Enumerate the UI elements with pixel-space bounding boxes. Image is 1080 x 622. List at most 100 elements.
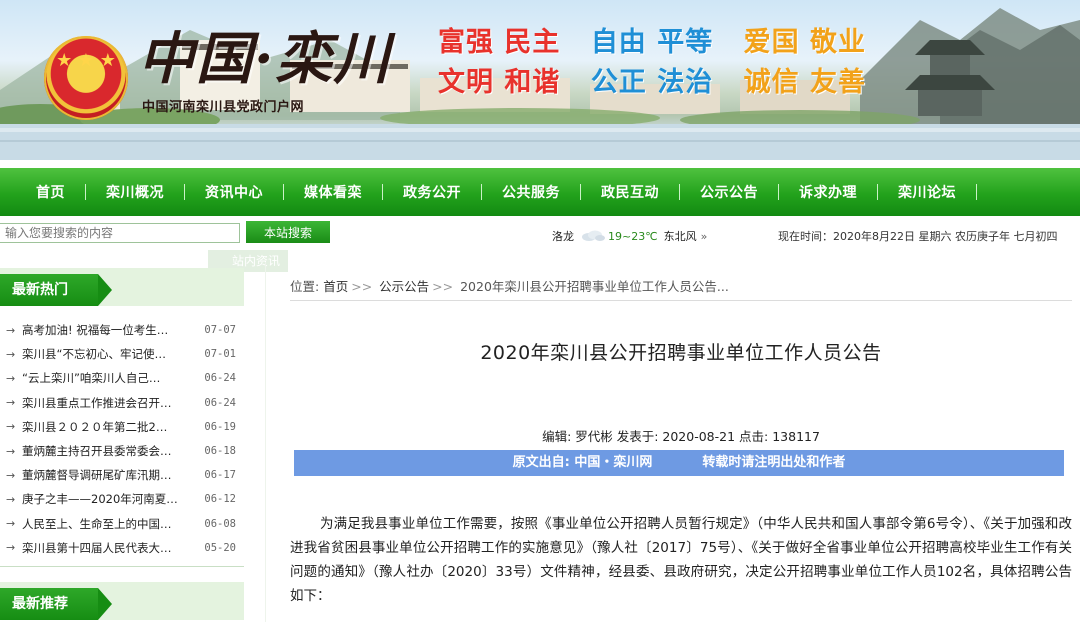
list-item-title[interactable]: 庚子之丰——2020年河南夏… (22, 491, 188, 507)
nav-separator (778, 184, 779, 200)
nav-home[interactable]: 首页 (16, 182, 85, 202)
source-note: 转载时请注明出处和作者 (702, 455, 846, 470)
nav-gov-affairs[interactable]: 政务公开 (383, 182, 481, 202)
sidebar-divider (0, 566, 244, 567)
list-item[interactable]: → 高考加油! 祝福每一位考生… 07-07 (0, 318, 244, 342)
hot-news-header: 最新热门 (0, 268, 244, 306)
breadcrumb-prefix: 位置: (290, 279, 320, 294)
sidebar: 最新热门 → 高考加油! 祝福每一位考生… 07-07 → 栾川县“不忘初心、牢记使…… (0, 268, 244, 620)
nav-separator (382, 184, 383, 200)
list-item[interactable]: → 栾川县２０２０年第二批2… 06-19 (0, 415, 244, 439)
list-item[interactable]: → 栾川县重点工作推进会召开… 06-24 (0, 391, 244, 415)
nav-separator (85, 184, 86, 200)
nav-separator (679, 184, 680, 200)
weather-city: 洛龙 (552, 230, 574, 243)
slogan-6: 诚信 友善 (743, 67, 867, 98)
weather-wind: 东北风 (663, 230, 697, 243)
list-item-title[interactable]: 董炳麓主持召开县委常委会… (22, 443, 188, 459)
nav-separator (580, 184, 581, 200)
list-item[interactable]: → 人民至上、生命至上的中国… 06-08 (0, 512, 244, 536)
list-item-date: 06-19 (204, 420, 236, 433)
arrow-icon: → (6, 323, 16, 337)
arrow-icon: → (6, 444, 16, 458)
source-label: 原文出自: 中国・栾川网 (512, 455, 653, 470)
list-item-title[interactable]: 董炳麓督导调研尾矿库汛期… (22, 467, 188, 483)
article-title: 2020年栾川县公开招聘事业单位工作人员公告 (480, 342, 882, 364)
nav-public-service[interactable]: 公共服务 (482, 182, 580, 202)
site-logo-title[interactable]: 中国·栾川 (138, 24, 392, 94)
national-emblem-icon: ★ ★ ★ (44, 36, 128, 120)
slogan-5: 公正 法治 (590, 67, 714, 98)
source-bar: 原文出自: 中国・栾川网 转载时请注明出处和作者 (294, 450, 1064, 476)
arrow-icon: → (6, 517, 16, 531)
hot-news-list: → 高考加油! 祝福每一位考生… 07-07 → 栾川县“不忘初心、牢记使… 07-01… (0, 306, 244, 560)
main-nav: 首页 栾川概况 资讯中心 媒体看栾 政务公开 公共服务 政民互动 公示公告 诉求… (0, 168, 1080, 216)
hot-news-title: 最新热门 (0, 274, 112, 306)
list-item[interactable]: → 董炳麓主持召开县委常委会… 06-18 (0, 439, 244, 463)
site-search-button[interactable]: 本站搜索 (246, 221, 330, 243)
recommend-header: 最新推荐 (0, 582, 244, 620)
header-banner: ★ ★ ★ 中国·栾川 中国河南栾川县党政门户网 富强 民主 自由 平等 爱国 … (0, 0, 1080, 160)
list-item-date: 06-12 (204, 493, 236, 506)
weather-temp: 19~23℃ (608, 229, 658, 243)
slogan-row-1: 富强 民主 自由 平等 爱国 敬业 (438, 24, 958, 62)
arrow-icon: → (6, 492, 16, 506)
list-item[interactable]: → 董炳麓督导调研尾矿库汛期… 06-17 (0, 463, 244, 487)
arrow-icon: → (6, 371, 16, 385)
breadcrumb-sep: >> (432, 279, 454, 294)
breadcrumb-home[interactable]: 首页 (323, 279, 348, 294)
list-item-date: 06-24 (204, 372, 236, 385)
article-meta: 编辑: 罗代彬 发表于: 2020-08-21 点击: 138117 (542, 429, 820, 444)
list-item-date: 06-08 (204, 517, 236, 530)
nav-separator (877, 184, 878, 200)
nav-interaction[interactable]: 政民互动 (581, 182, 679, 202)
breadcrumb-current: 2020年栾川县公开招聘事业单位工作人员公告... (460, 279, 729, 294)
list-item[interactable]: → “云上栾川”咱栾川人自己… 06-24 (0, 366, 244, 390)
column-divider (265, 262, 266, 622)
list-item-date: 06-17 (204, 469, 236, 482)
list-item-date: 06-18 (204, 445, 236, 458)
list-item-date: 06-24 (204, 396, 236, 409)
list-item-title[interactable]: 栾川县“不忘初心、牢记使… (22, 346, 188, 362)
nav-news-center[interactable]: 资讯中心 (185, 182, 283, 202)
nav-announcements[interactable]: 公示公告 (680, 182, 778, 202)
breadcrumb: 位置: 首页 >> 公示公告 >> 2020年栾川县公开招聘事业单位工作人员公告..… (290, 276, 729, 295)
breadcrumb-sep: >> (351, 279, 373, 294)
slogan-row-2: 文明 和谐 公正 法治 诚信 友善 (438, 64, 958, 102)
list-item-title[interactable]: 栾川县第十四届人民代表大… (22, 540, 188, 556)
recommend-title: 最新推荐 (0, 588, 112, 620)
arrow-icon: → (6, 541, 16, 555)
article-body: 为满足我县事业单位工作需要，按照《事业单位公开招聘人员暂行规定》（中华人民共和国… (290, 516, 1072, 604)
search-input[interactable] (0, 223, 240, 243)
arrow-icon: → (6, 468, 16, 482)
list-item-title[interactable]: 栾川县重点工作推进会召开… (22, 395, 188, 411)
list-item-date: 07-07 (204, 324, 236, 337)
weather-widget[interactable]: 洛龙 19~23℃ 东北风 » (552, 228, 707, 244)
arrow-icon: → (6, 347, 16, 361)
nav-separator (481, 184, 482, 200)
list-item-date: 07-01 (204, 348, 236, 361)
nav-media[interactable]: 媒体看栾 (284, 182, 382, 202)
list-item[interactable]: → 栾川县“不忘初心、牢记使… 07-01 (0, 342, 244, 366)
nav-forum[interactable]: 栾川论坛 (878, 182, 976, 202)
list-item-title[interactable]: “云上栾川”咱栾川人自己… (22, 370, 188, 386)
arrow-icon: → (6, 420, 16, 434)
cloud-icon (580, 230, 606, 242)
list-item-date: 05-20 (204, 541, 236, 554)
nav-separator (976, 184, 977, 200)
nav-overview[interactable]: 栾川概况 (86, 182, 184, 202)
arrow-icon: → (6, 396, 16, 410)
list-item-title[interactable]: 人民至上、生命至上的中国… (22, 516, 188, 532)
weather-more-icon[interactable]: » (701, 230, 708, 243)
list-item[interactable]: → 庚子之丰——2020年河南夏… 06-12 (0, 487, 244, 511)
nav-separator (184, 184, 185, 200)
list-item[interactable]: → 栾川县第十四届人民代表大… 05-20 (0, 536, 244, 560)
list-item-title[interactable]: 高考加油! 祝福每一位考生… (22, 322, 188, 338)
nav-appeals[interactable]: 诉求办理 (779, 182, 877, 202)
slogan-1: 富强 民主 (438, 27, 561, 58)
breadcrumb-section[interactable]: 公示公告 (379, 279, 429, 294)
page: ★ ★ ★ 中国·栾川 中国河南栾川县党政门户网 富强 民主 自由 平等 爱国 … (0, 0, 1080, 622)
breadcrumb-divider (290, 300, 1072, 301)
site-logo-subtitle: 中国河南栾川县党政门户网 (142, 100, 305, 115)
list-item-title[interactable]: 栾川县２０２０年第二批2… (22, 419, 188, 435)
